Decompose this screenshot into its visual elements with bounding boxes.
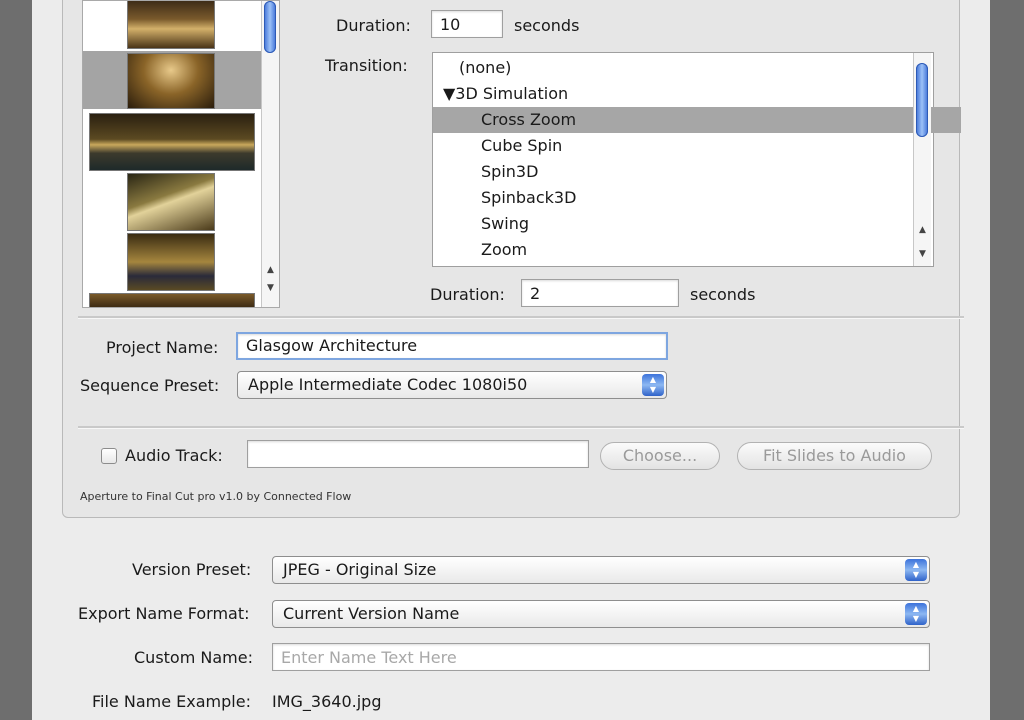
popup-stepper-icon: ▲ ▼ — [642, 374, 664, 396]
popup-stepper-icon: ▲ ▼ — [905, 559, 927, 581]
file-name-example-label: File Name Example: — [92, 692, 251, 711]
project-name-field[interactable]: Glasgow Architecture — [236, 332, 668, 360]
version-preset-label: Version Preset: — [132, 560, 252, 579]
separator — [78, 316, 964, 319]
export-name-format-label: Export Name Format: — [78, 604, 250, 623]
slide-image — [89, 113, 255, 171]
slide-image — [127, 53, 215, 109]
project-name-label: Project Name: — [106, 338, 219, 357]
transition-group-3d-simulation[interactable]: ▼3D Simulation — [433, 81, 923, 107]
slide-thumbnail[interactable] — [83, 111, 261, 171]
plugin-credit: Aperture to Final Cut pro v1.0 by Connec… — [80, 490, 352, 503]
transition-list-scrollbar[interactable]: ▲ ▼ — [913, 53, 931, 266]
export-name-format-popup[interactable]: Current Version Name ▲ ▼ — [272, 600, 930, 628]
sequence-preset-value: Apple Intermediate Codec 1080i50 — [248, 375, 528, 394]
transition-item-spinback3d[interactable]: Spinback3D — [433, 185, 961, 211]
audio-track-field[interactable] — [247, 440, 589, 468]
sequence-preset-label: Sequence Preset: — [80, 376, 220, 395]
slide-image — [127, 233, 215, 291]
separator — [78, 426, 964, 429]
transition-item-zoom[interactable]: Zoom — [433, 237, 961, 263]
version-preset-value: JPEG - Original Size — [283, 560, 437, 579]
transition-item-none[interactable]: (none) — [433, 55, 939, 81]
scroll-knob[interactable] — [916, 63, 928, 137]
scroll-up-arrow-icon[interactable]: ▲ — [264, 263, 277, 277]
popup-stepper-icon: ▲ ▼ — [905, 603, 927, 625]
scroll-knob[interactable] — [264, 1, 276, 53]
slide-image — [89, 293, 255, 307]
audio-track-label: Audio Track: — [125, 446, 223, 465]
slide-image — [127, 173, 215, 231]
slide-thumbnail-list[interactable]: ▲ ▼ — [82, 0, 280, 308]
fit-slides-to-audio-button[interactable]: Fit Slides to Audio — [737, 442, 932, 470]
transition-item-cube-spin[interactable]: Cube Spin — [433, 133, 961, 159]
slide-list-scrollbar[interactable]: ▲ ▼ — [261, 1, 279, 307]
choose-button[interactable]: Choose... — [600, 442, 720, 470]
transition-duration-unit: seconds — [690, 285, 756, 304]
transition-duration-field[interactable]: 2 — [521, 279, 679, 307]
custom-name-field[interactable]: Enter Name Text Here — [272, 643, 930, 671]
sequence-preset-popup[interactable]: Apple Intermediate Codec 1080i50 ▲ ▼ — [237, 371, 667, 399]
scroll-down-arrow-icon[interactable]: ▼ — [264, 281, 277, 295]
transition-item-spin3d[interactable]: Spin3D — [433, 159, 961, 185]
file-name-example-value: IMG_3640.jpg — [272, 692, 382, 711]
slide-thumbnail[interactable] — [83, 233, 261, 291]
transition-item-swing[interactable]: Swing — [433, 211, 961, 237]
scroll-down-arrow-icon[interactable]: ▼ — [916, 247, 929, 261]
slide-thumbnail[interactable] — [83, 173, 261, 231]
transition-item-cross-zoom[interactable]: Cross Zoom — [433, 107, 961, 133]
slide-thumbnail-selected[interactable] — [83, 51, 261, 109]
audio-track-checkbox[interactable] — [101, 448, 117, 464]
slide-duration-unit: seconds — [514, 16, 580, 35]
version-preset-popup[interactable]: JPEG - Original Size ▲ ▼ — [272, 556, 930, 584]
transition-label: Transition: — [325, 56, 408, 75]
slide-thumbnail[interactable] — [83, 1, 261, 49]
slide-duration-label: Duration: — [336, 16, 411, 35]
slide-image — [127, 1, 215, 49]
slide-thumbnail[interactable] — [83, 293, 261, 307]
scroll-up-arrow-icon[interactable]: ▲ — [916, 223, 929, 237]
transition-list[interactable]: (none) ▼3D Simulation Cross Zoom Cube Sp… — [432, 52, 961, 267]
slide-duration-field[interactable]: 10 — [431, 10, 503, 38]
export-name-format-value: Current Version Name — [283, 604, 460, 623]
custom-name-label: Custom Name: — [134, 648, 253, 667]
transition-duration-label: Duration: — [430, 285, 505, 304]
